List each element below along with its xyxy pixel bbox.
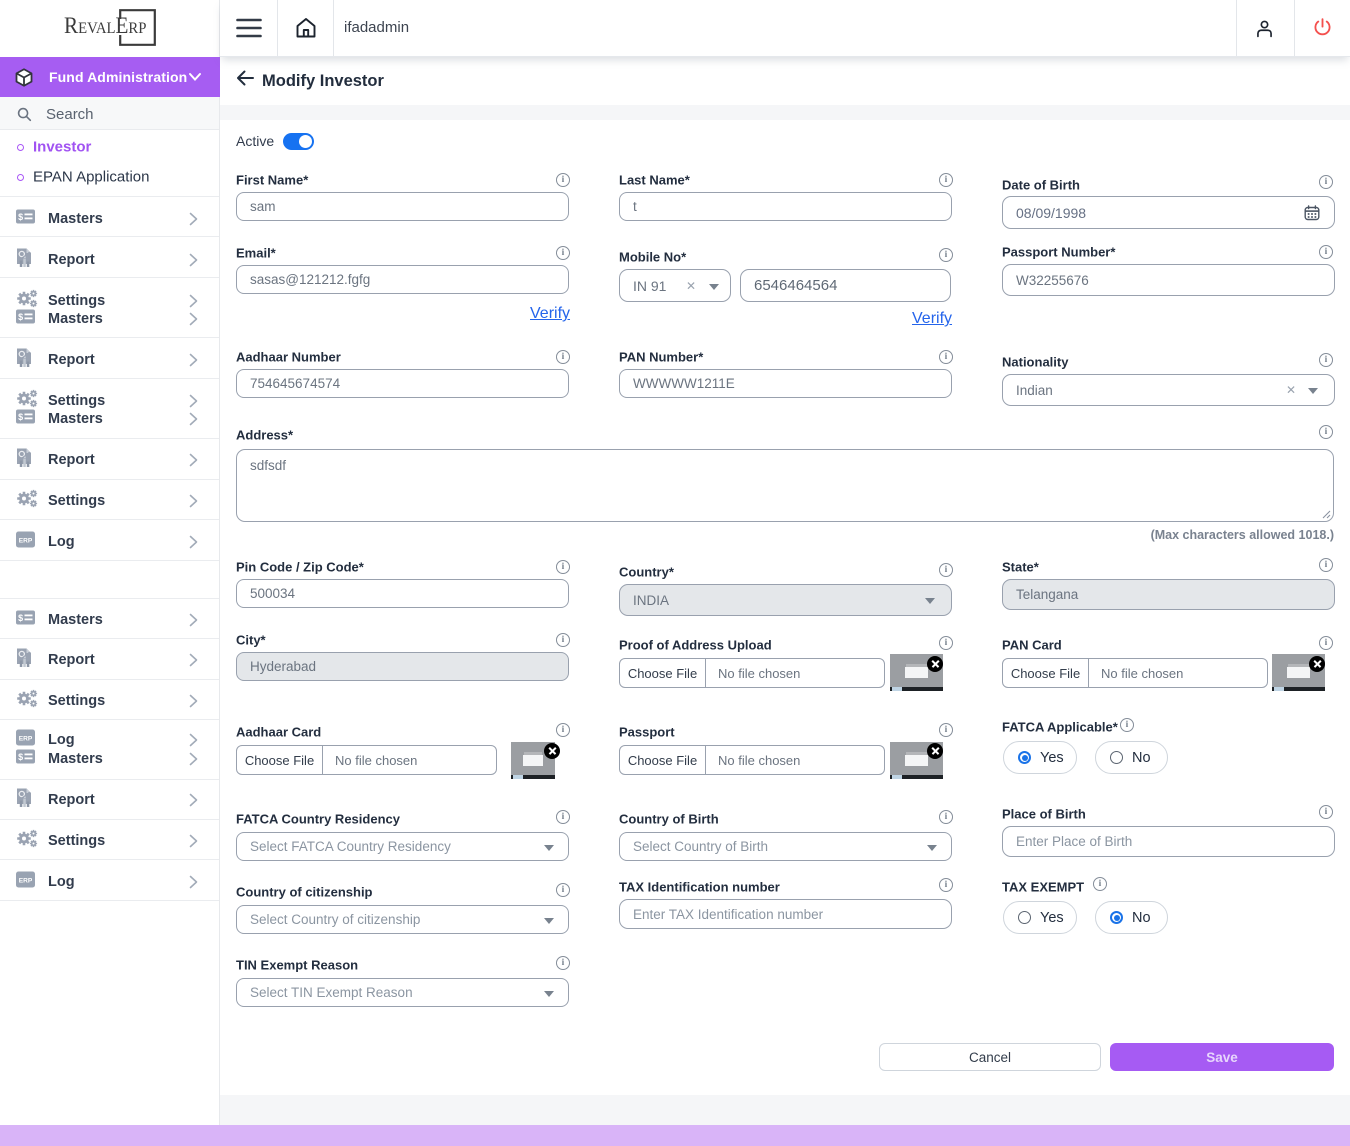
svg-text:$: $ bbox=[18, 752, 23, 762]
svg-text:ERP: ERP bbox=[19, 538, 33, 545]
svg-text:$: $ bbox=[18, 212, 23, 222]
svg-text:ERP: ERP bbox=[19, 736, 33, 743]
svg-text:ERP: ERP bbox=[19, 878, 33, 885]
svg-text:$: $ bbox=[18, 312, 23, 322]
svg-text:$: $ bbox=[18, 412, 23, 422]
svg-text:$: $ bbox=[18, 613, 23, 623]
